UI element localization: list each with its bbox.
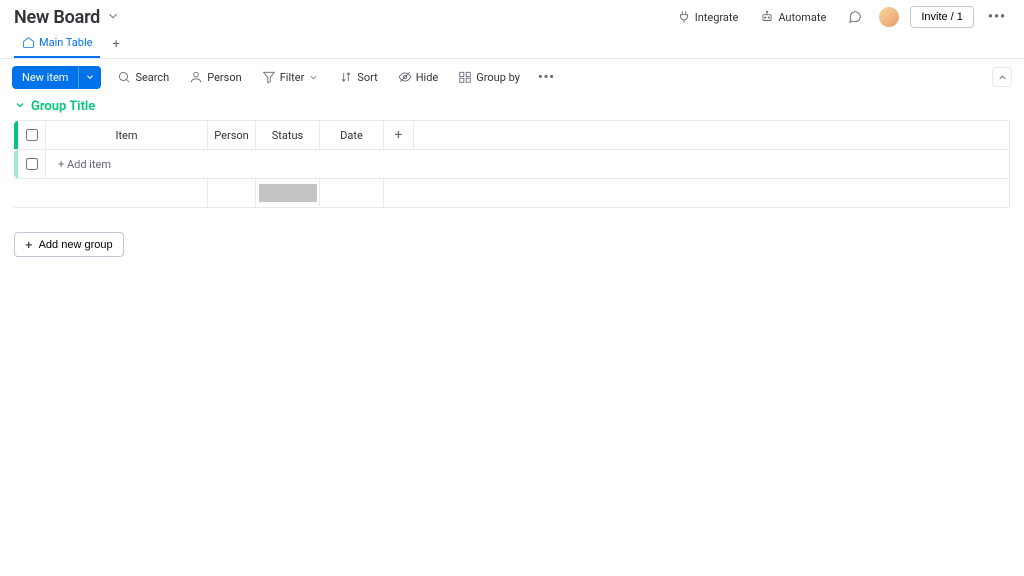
person-label: Person	[207, 71, 241, 84]
group-header[interactable]: Group Title	[14, 95, 1010, 120]
col-item[interactable]: Item	[46, 121, 208, 149]
group-container: Group Title Item Person Status Date + + …	[0, 95, 1024, 214]
add-new-group-label: Add new group	[39, 239, 113, 251]
search-label: Search	[135, 71, 169, 84]
view-tabs: Main Table +	[0, 30, 1024, 59]
filter-label: Filter	[280, 71, 305, 84]
toolbar-more-icon[interactable]: •••	[532, 66, 561, 89]
automate-label: Automate	[778, 11, 826, 24]
integrate-button[interactable]: Integrate	[671, 6, 745, 28]
chevron-down-icon[interactable]	[14, 99, 26, 114]
row-checkbox[interactable]	[26, 158, 38, 170]
add-item-row[interactable]: + Add item	[14, 150, 1010, 179]
groupby-tool[interactable]: Group by	[450, 65, 528, 89]
row-checkbox-cell[interactable]	[18, 150, 46, 178]
new-item-dropdown[interactable]	[78, 66, 101, 89]
person-summary-cell	[208, 179, 256, 207]
select-all-checkbox[interactable]	[26, 129, 38, 141]
table-header-row: Item Person Status Date +	[14, 121, 1010, 150]
summary-row	[14, 179, 1010, 208]
robot-icon	[760, 10, 774, 24]
search-icon	[117, 70, 131, 84]
select-all[interactable]	[18, 121, 46, 149]
discussion-button[interactable]	[842, 6, 868, 28]
more-options-icon[interactable]: •••	[984, 7, 1010, 27]
groupby-label: Group by	[476, 71, 520, 84]
filter-icon	[262, 70, 276, 84]
invite-button[interactable]: Invite / 1	[910, 6, 974, 28]
chevron-down-icon[interactable]	[106, 9, 120, 26]
search-tool[interactable]: Search	[109, 65, 177, 89]
tab-main-table[interactable]: Main Table	[14, 30, 100, 58]
board-toolbar: New item Search Person Filter Sort Hide …	[0, 59, 1024, 95]
home-icon	[22, 36, 35, 49]
status-summary-cell	[256, 179, 320, 207]
hide-label: Hide	[416, 71, 439, 84]
tab-label: Main Table	[39, 36, 92, 49]
status-summary-bar	[259, 184, 317, 202]
group-title[interactable]: Group Title	[31, 99, 95, 114]
plus-icon: +	[25, 238, 33, 251]
chevron-down-icon	[308, 72, 319, 83]
eye-off-icon	[398, 70, 412, 84]
add-view-button[interactable]: +	[104, 31, 127, 58]
sort-label: Sort	[357, 71, 377, 84]
group-table: Item Person Status Date + + Add item	[14, 120, 1010, 208]
person-icon	[189, 70, 203, 84]
filter-tool[interactable]: Filter	[254, 65, 328, 89]
chat-icon	[848, 10, 862, 24]
automate-button[interactable]: Automate	[754, 6, 832, 28]
new-item-button[interactable]: New item	[12, 66, 78, 89]
add-item-input[interactable]: + Add item	[46, 150, 1010, 178]
hide-tool[interactable]: Hide	[390, 65, 447, 89]
avatar[interactable]	[878, 6, 900, 28]
collapse-panel-button[interactable]	[992, 67, 1012, 87]
sort-icon	[339, 70, 353, 84]
add-column-button[interactable]: +	[384, 121, 414, 149]
plug-icon	[677, 10, 691, 24]
row-tail	[414, 121, 1010, 149]
col-person[interactable]: Person	[208, 121, 256, 149]
person-tool[interactable]: Person	[181, 65, 249, 89]
new-item-split-button[interactable]: New item	[12, 66, 101, 89]
sort-tool[interactable]: Sort	[331, 65, 385, 89]
col-date[interactable]: Date	[320, 121, 384, 149]
board-title[interactable]: New Board	[14, 7, 100, 28]
col-status[interactable]: Status	[256, 121, 320, 149]
group-icon	[458, 70, 472, 84]
add-new-group-button[interactable]: + Add new group	[14, 232, 124, 257]
integrate-label: Integrate	[695, 11, 739, 24]
date-summary-cell	[320, 179, 384, 207]
